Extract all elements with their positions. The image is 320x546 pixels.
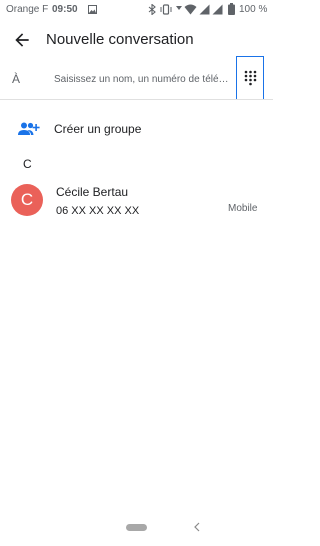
avatar: C xyxy=(11,184,43,216)
status-time: 09:50 xyxy=(52,4,78,15)
vibrate-icon xyxy=(160,4,172,15)
nav-back-icon[interactable] xyxy=(194,522,200,532)
contact-name: Cécile Bertau xyxy=(56,185,129,199)
arrow-back-icon[interactable] xyxy=(12,30,32,50)
dialpad-button[interactable] xyxy=(236,56,264,100)
avatar-initial: C xyxy=(20,190,34,209)
battery-icon xyxy=(228,3,235,15)
home-pill[interactable] xyxy=(126,524,147,531)
signal-2-icon xyxy=(212,4,223,15)
dialpad-icon xyxy=(244,70,256,86)
page-title: Nouvelle conversation xyxy=(46,31,194,48)
contact-number-type: Mobile xyxy=(228,203,258,214)
group-add-icon xyxy=(18,122,40,135)
section-header: C xyxy=(23,157,32,171)
create-group-label: Créer un groupe xyxy=(54,122,142,136)
dropdown-small-icon xyxy=(176,6,182,10)
status-bar: Orange F 09:50 100 % xyxy=(0,0,273,20)
carrier-name: Orange F xyxy=(6,4,49,15)
bluetooth-icon xyxy=(148,4,156,15)
to-label: À xyxy=(12,72,21,86)
contact-number: 06 XX XX XX XX xyxy=(56,205,140,217)
battery-percentage: 100 % xyxy=(239,4,268,15)
signal-icon xyxy=(199,4,210,15)
wifi-icon xyxy=(184,4,197,15)
divider xyxy=(0,99,273,100)
recipient-input[interactable] xyxy=(54,72,232,86)
image-notification-icon xyxy=(88,5,97,14)
